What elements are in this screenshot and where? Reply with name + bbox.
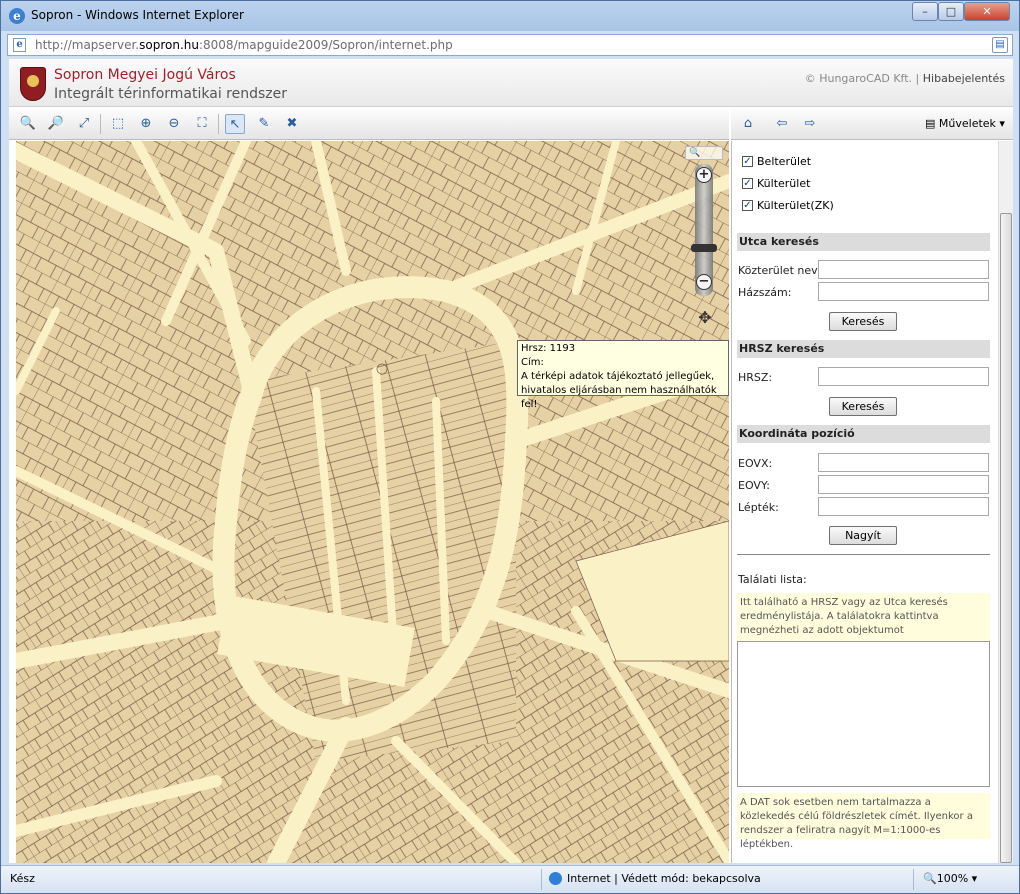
city-crest-logo [20,67,46,101]
coordinate-header: Koordináta pozíció [737,425,990,443]
window-title: Sopron - Windows Internet Explorer [31,8,244,22]
layer-label: Külterület(ZK) [757,199,834,212]
zoom-slider-control: 🔍 + − ✥ [685,146,723,336]
zoom-level[interactable]: 🔍100% ▾ [923,872,977,885]
zoom-extents-icon[interactable]: ⤢ [74,114,94,134]
scrollbar-thumb[interactable] [1000,213,1012,863]
tooltip-disclaimer-2: hivatalos eljárásban nem használhatók fe… [521,385,717,410]
eovx-label: EOVX: [738,457,773,470]
operations-menu-label: Műveletek [938,117,996,130]
map-svg [16,141,729,863]
zoom-slider-thumb[interactable] [691,244,717,252]
select-radius-icon[interactable]: ✎ [254,114,274,134]
task-toolbar: ⌂ ⇦ ⇨ ▤ Műveletek ▾ [731,108,1013,140]
site-subtitle: Integrált térinformatikai rendszer [54,86,287,102]
clear-selection-icon[interactable]: ✖ [282,114,302,134]
checkbox-icon[interactable]: ✓ [742,156,753,167]
layer-kulterulet-zk[interactable]: ✓ Külterület(ZK) [742,199,834,212]
street-name-input[interactable] [818,260,989,279]
zoom-out-icon[interactable]: ⊖ [164,114,184,134]
results-hint: Itt található a HRSZ vagy az Utca keresé… [737,593,990,641]
layer-belterulet[interactable]: ✓ Belterület [742,155,811,168]
copyright-text: © HungaroCAD Kft. [804,72,913,85]
hrsz-label: HRSZ: [738,371,773,384]
home-icon[interactable]: ⌂ [738,114,758,134]
site-header: Sopron Megyei Jogú Város Integrált térin… [9,59,1013,107]
toolbar-separator [218,114,219,134]
checkbox-icon[interactable]: ✓ [742,200,753,211]
tooltip-address: Cím: [521,357,544,368]
results-label: Találati lista: [738,573,807,586]
layer-label: Belterület [757,155,812,168]
map-canvas[interactable]: 🔍 + − ✥ Hrsz: 1193 Cím: A térképi adatok… [16,141,729,863]
eovy-input[interactable] [818,475,989,494]
map-toolbar: 🔍 🔎 ⤢ ⬚ ⊕ ⊖ ⛶ ↖ ✎ ✖ [9,108,729,140]
minimize-button[interactable]: – [912,2,938,21]
zoom-in-icon[interactable]: ⊕ [136,114,156,134]
report-error-link[interactable]: Hibabejelentés [923,72,1005,85]
compatibility-view-icon[interactable]: ▤ [992,37,1008,53]
street-search-header: Utca keresés [737,233,990,251]
task-pane-scrollbar[interactable] [998,141,1013,863]
map-search-icon[interactable]: 🔍 [685,146,723,160]
street-name-label: Közterület neve: [738,264,829,277]
hrsz-search-header: HRSZ keresés [737,340,990,358]
layer-kulterulet[interactable]: ✓ Külterület [742,177,810,190]
tooltip-disclaimer-1: A térképi adatok tájékoztató jellegűek, [521,371,715,382]
eovx-input[interactable] [818,453,989,472]
street-search-button[interactable]: Keresés [829,312,897,331]
scale-label: Lépték: [738,501,779,514]
tooltip-hrsz: Hrsz: 1193 [521,343,576,354]
status-separator [541,869,542,890]
zoom-window-icon[interactable]: ⬚ [108,114,128,134]
browser-window: e Sopron - Windows Internet Explorer – □… [0,0,1020,894]
zoom-in-tool-icon[interactable]: 🔍 [18,114,38,134]
zoom-minus-button[interactable]: − [696,274,712,290]
page-icon: e [13,38,26,52]
map-tooltip: Hrsz: 1193 Cím: A térképi adatok tájékoz… [517,340,729,410]
site-title: Sopron Megyei Jogú Város [54,67,236,83]
url-host: sopron.hu [139,38,199,52]
task-pane: ✓ Belterület ✓ Külterület ✓ Külterület(ZK) … [731,141,1013,863]
maximize-button[interactable]: □ [938,2,964,21]
checkbox-icon[interactable]: ✓ [742,178,753,189]
house-number-label: Házszám: [738,286,792,299]
status-bar: Kész Internet | Védett mód: bekapcsolva … [1,865,1019,893]
status-separator [913,869,914,890]
house-number-input[interactable] [818,282,989,301]
close-button[interactable]: ✕ [964,2,1010,21]
zoom-to-button[interactable]: Nagyít [829,526,897,545]
results-list[interactable] [737,641,990,787]
zoom-selection-icon[interactable]: ⛶ [192,114,212,134]
header-links: © HungaroCAD Kft. | Hibabejelentés [805,72,1005,85]
url-text[interactable]: http://mapserver.sopron.hu:8008/mapguide… [35,38,453,52]
divider [737,554,990,555]
header-separator: | [915,72,920,85]
chevron-down-icon: ▾ [999,117,1005,130]
results-footnote: A DAT sok esetben nem tartalmazza a közl… [737,793,990,850]
scale-input[interactable] [818,497,989,516]
back-arrow-icon[interactable]: ⇦ [772,114,792,134]
eovy-label: EOVY: [738,479,770,492]
status-text: Kész [10,872,35,885]
security-zone[interactable]: Internet | Védett mód: bekapcsolva [549,872,761,885]
forward-arrow-icon[interactable]: ⇨ [800,114,820,134]
zoom-out-tool-icon[interactable]: 🔎 [46,114,66,134]
url-prefix: http://mapserver. [35,38,140,52]
title-bar: e Sopron - Windows Internet Explorer – □… [1,1,1019,31]
select-pointer-icon[interactable]: ↖ [225,114,245,134]
hrsz-search-button[interactable]: Keresés [829,397,897,416]
menu-icon: ▤ [925,117,936,130]
url-rest: :8008/mapguide2009/Sopron/internet.php [198,38,453,52]
hrsz-input[interactable] [818,367,989,386]
layer-label: Külterület [757,177,811,190]
toolbar-separator [100,114,101,134]
operations-menu[interactable]: ▤ Műveletek ▾ [925,117,1005,130]
address-bar[interactable]: e http://mapserver.sopron.hu:8008/mapgui… [7,34,1013,56]
ie-logo-icon: e [9,8,25,24]
pan-arrows-icon[interactable]: ✥ [689,303,721,335]
zoom-plus-button[interactable]: + [696,167,712,183]
page-content: Sopron Megyei Jogú Város Integrált térin… [9,59,1013,863]
